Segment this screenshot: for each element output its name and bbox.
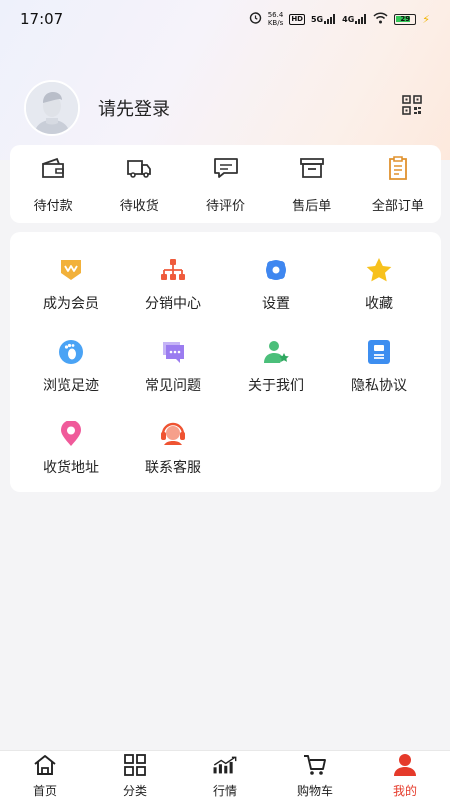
service-footprint[interactable]: 浏览足迹: [16, 339, 126, 395]
net-speed-unit: KB/s: [267, 19, 284, 27]
net-speed: 56.4 KB/s: [268, 11, 284, 27]
service-membership[interactable]: 成为会员: [16, 257, 126, 313]
qr-code-icon[interactable]: [402, 95, 422, 119]
order-label: 全部订单: [371, 198, 424, 214]
service-settings[interactable]: 设置: [221, 257, 331, 313]
service-label: 联系客服: [145, 460, 201, 476]
tab-label: 行情: [212, 783, 237, 798]
service-about[interactable]: 关于我们: [221, 339, 331, 395]
order-label: 售后单: [292, 198, 332, 214]
signal-4g-label: 4G: [342, 15, 355, 24]
wifi-icon: [373, 11, 388, 27]
tab-label: 我的: [392, 783, 417, 798]
tab-category[interactable]: 分类: [90, 751, 180, 800]
order-pending-receipt[interactable]: 待收货: [96, 145, 182, 223]
service-privacy[interactable]: 隐私协议: [324, 339, 434, 395]
tab-cart[interactable]: 购物车: [270, 751, 360, 800]
vip-badge-icon: [57, 257, 85, 287]
service-distribution[interactable]: 分销中心: [118, 257, 228, 313]
profile-section[interactable]: 请先登录: [24, 80, 170, 136]
privacy-book-icon: [365, 339, 393, 369]
status-icons: 56.4 KB/s HD 5G 4G 29 ⚡: [249, 11, 430, 27]
service-label: 收藏: [365, 296, 393, 312]
person-icon: [392, 753, 418, 781]
bottom-tab-bar: 首页 分类 行情 购物车 我的: [0, 750, 450, 800]
service-label: 收货地址: [43, 460, 99, 476]
grid-icon: [122, 753, 148, 781]
order-label: 待评价: [206, 198, 246, 214]
tab-mine[interactable]: 我的: [360, 751, 450, 800]
home-icon: [32, 753, 58, 781]
signal-5g-label: 5G: [310, 15, 324, 24]
signal-5g: 5G: [311, 14, 336, 24]
archive-box-icon: [298, 155, 326, 185]
order-pending-payment[interactable]: 待付款: [10, 145, 96, 223]
order-after-sale[interactable]: 售后单: [269, 145, 355, 223]
gear-icon: [262, 257, 290, 287]
service-label: 成为会员: [43, 296, 99, 312]
footprint-icon: [57, 339, 85, 369]
service-label: 关于我们: [248, 378, 304, 394]
headset-icon: [159, 421, 187, 451]
order-all[interactable]: 全部订单: [355, 145, 441, 223]
service-favorites[interactable]: 收藏: [324, 257, 434, 313]
order-label: 待付款: [33, 198, 73, 214]
service-label: 隐私协议: [351, 378, 407, 394]
avatar[interactable]: [24, 80, 80, 136]
service-faq[interactable]: 常见问题: [118, 339, 228, 395]
alarm-icon: [249, 11, 262, 27]
tab-home[interactable]: 首页: [0, 751, 90, 800]
tab-market[interactable]: 行情: [180, 751, 270, 800]
truck-icon: [125, 155, 153, 185]
star-icon: [365, 257, 393, 287]
signal-4g: 4G: [342, 14, 367, 24]
user-star-icon: [262, 339, 290, 369]
service-label: 常见问题: [145, 378, 201, 394]
service-address[interactable]: 收货地址: [16, 420, 126, 477]
battery-level: 29: [400, 15, 411, 23]
status-bar: 17:07 56.4 KB/s HD 5G 4G 29 ⚡: [0, 0, 450, 38]
login-prompt[interactable]: 请先登录: [98, 95, 170, 121]
comment-icon: [212, 155, 240, 185]
tab-label: 分类: [122, 783, 147, 798]
wallet-icon: [39, 155, 67, 185]
orders-card: 待付款 待收货 待评价 售后单 全部订单: [10, 145, 441, 223]
hd-badge: HD: [289, 13, 305, 25]
charging-icon: ⚡: [422, 12, 430, 26]
order-pending-review[interactable]: 待评价: [182, 145, 268, 223]
service-customer-support[interactable]: 联系客服: [118, 421, 228, 477]
tab-label: 首页: [32, 783, 57, 798]
net-speed-value: 56.4: [267, 11, 284, 19]
services-card: 成为会员 分销中心 设置 收藏 浏览足迹 常见问题 关于我们 隐私协议 收货地址…: [10, 232, 441, 492]
clipboard-icon: [384, 155, 412, 185]
service-label: 浏览足迹: [43, 378, 99, 394]
tab-label: 购物车: [296, 783, 333, 798]
service-label: 分销中心: [145, 296, 201, 312]
chat-bubble-icon: [159, 339, 187, 369]
order-label: 待收货: [119, 198, 159, 214]
cart-icon: [302, 753, 328, 781]
status-time: 17:07: [20, 10, 64, 28]
battery-icon: 29: [394, 13, 417, 25]
location-pin-icon: [57, 420, 85, 451]
service-label: 设置: [262, 296, 290, 312]
trend-chart-icon: [212, 753, 238, 781]
distribution-tree-icon: [159, 257, 187, 287]
